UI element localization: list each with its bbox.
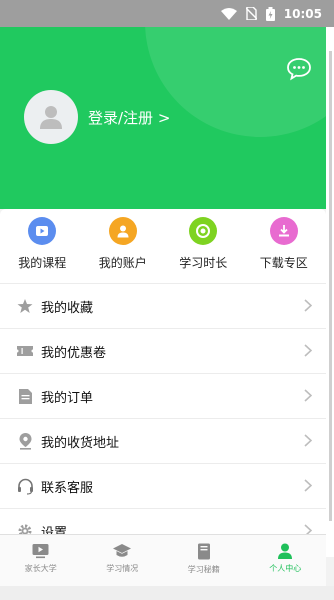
scrollbar-track <box>326 27 334 557</box>
ticket-icon <box>16 342 34 360</box>
header-decoration <box>145 27 326 137</box>
profile-header: 登录/注册 > <box>0 27 326 209</box>
menu-list: 我的收藏 我的优惠卷 我的订单 我的收货地址 联系客服 设置 <box>0 283 326 553</box>
menu-item-label: 我的订单 <box>41 390 94 406</box>
location-icon <box>16 432 34 450</box>
menu-item-label: 我的收藏 <box>41 300 94 316</box>
tab-parent-university[interactable]: 家长大学 <box>0 535 82 586</box>
play-icon <box>28 217 57 245</box>
quick-actions: 我的课程 我的账户 学习时长 下载专区 <box>0 209 326 283</box>
quick-label: 下载专区 <box>259 256 308 270</box>
tab-personal-center[interactable]: 个人中心 <box>245 535 327 586</box>
quick-label: 学习时长 <box>179 256 228 270</box>
menu-item-label: 联系客服 <box>41 480 94 496</box>
tab-label: 个人中心 <box>269 564 302 573</box>
quick-label: 我的课程 <box>18 256 67 270</box>
quick-label: 我的账户 <box>98 256 147 270</box>
menu-item-orders[interactable]: 我的订单 <box>0 373 326 418</box>
menu-item-label: 我的优惠卷 <box>41 345 107 361</box>
bottom-nav: 家长大学 学习情况 学习秘籍 个人中心 <box>0 534 326 586</box>
message-icon[interactable] <box>286 57 312 81</box>
menu-item-customer-service[interactable]: 联系客服 <box>0 463 326 508</box>
quick-my-account[interactable]: 我的账户 <box>83 217 163 283</box>
login-register-link[interactable]: 登录/注册 > <box>88 107 170 128</box>
menu-item-address[interactable]: 我的收货地址 <box>0 418 326 463</box>
menu-item-label: 我的收货地址 <box>41 435 120 451</box>
menu-item-favorites[interactable]: 我的收藏 <box>0 283 326 328</box>
quick-my-courses[interactable]: 我的课程 <box>2 217 82 283</box>
headset-icon <box>16 477 34 495</box>
quick-study-time[interactable]: 学习时长 <box>163 217 243 283</box>
book-icon <box>197 543 210 560</box>
tab-study-status[interactable]: 学习情况 <box>82 535 164 586</box>
chevron-right-icon <box>304 434 312 447</box>
timer-icon <box>189 217 218 245</box>
tab-label: 学习秘籍 <box>187 565 220 574</box>
status-time: 10:05 <box>283 6 322 21</box>
battery-icon <box>265 6 275 21</box>
tab-study-tips[interactable]: 学习秘籍 <box>163 535 245 586</box>
status-bar: 10:05 <box>0 0 334 27</box>
app-screen: 10:05 登录/注册 > 我的课程 我的账户 学习时长 下载专区 我的收藏 我… <box>0 0 334 600</box>
chevron-right-icon <box>304 479 312 492</box>
menu-item-coupons[interactable]: 我的优惠卷 <box>0 328 326 373</box>
tab-label: 学习情况 <box>106 564 139 573</box>
order-icon <box>16 387 34 405</box>
person-icon <box>108 217 137 245</box>
video-icon <box>32 544 49 559</box>
star-icon <box>16 297 34 315</box>
quick-downloads[interactable]: 下载专区 <box>244 217 324 283</box>
tab-label: 家长大学 <box>24 564 57 573</box>
avatar[interactable] <box>24 90 78 144</box>
chevron-right-icon <box>304 299 312 312</box>
scrollbar-thumb[interactable] <box>329 51 332 521</box>
no-sim-icon <box>245 7 257 20</box>
chevron-right-icon <box>304 344 312 357</box>
user-icon <box>278 543 293 559</box>
user-placeholder-icon <box>40 106 62 129</box>
chevron-right-icon <box>304 389 312 402</box>
wifi-icon <box>220 7 237 20</box>
graduation-cap-icon <box>113 544 132 557</box>
system-nav-area <box>0 586 334 600</box>
download-icon <box>269 217 298 245</box>
